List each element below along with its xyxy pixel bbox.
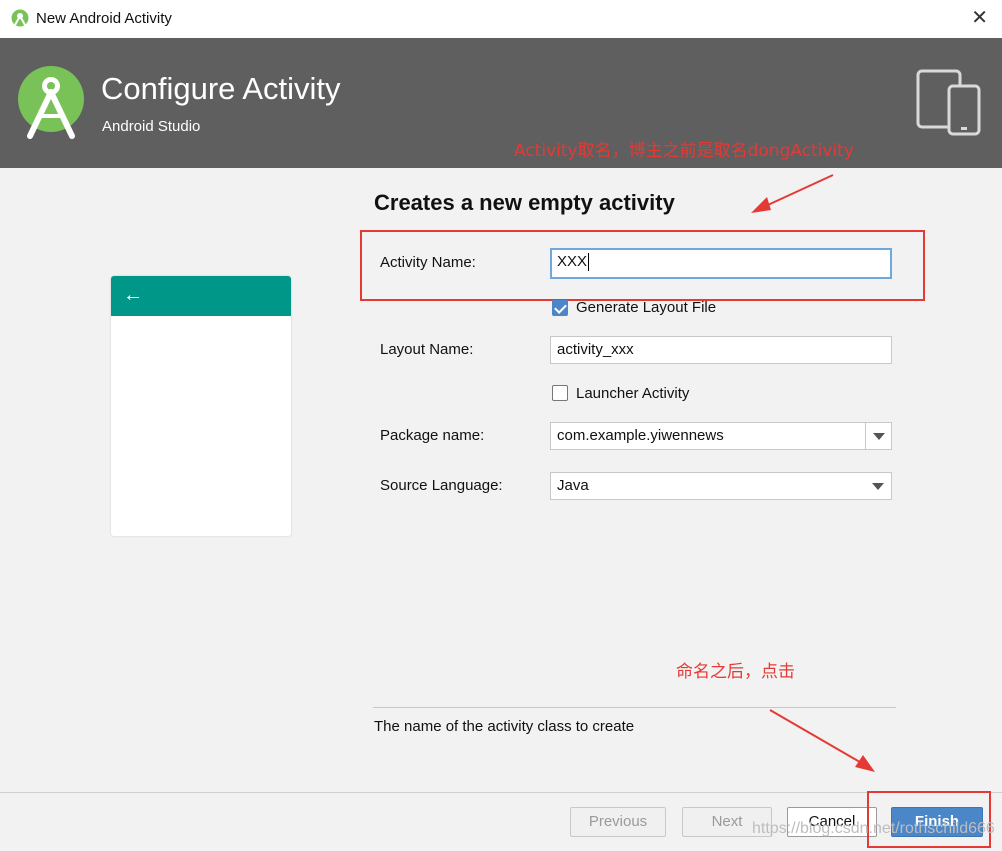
launcher-activity-label: Launcher Activity <box>576 385 690 402</box>
annotation-arrow-1 <box>751 174 834 213</box>
generate-layout-label: Generate Layout File <box>576 299 717 316</box>
android-studio-logo-icon <box>18 66 84 139</box>
source-language-value: Java <box>557 477 589 494</box>
chevron-down-icon <box>873 433 885 440</box>
window-title: New Android Activity <box>36 10 172 27</box>
launcher-activity-checkbox[interactable] <box>552 385 568 401</box>
field-description: The name of the activity class to create <box>374 718 635 735</box>
device-form-factor-icon <box>916 69 981 136</box>
annotation-top-note: Activity取名，博主之前是取名dongActivity <box>514 141 854 161</box>
annotation-highlight-activity-name <box>360 230 925 301</box>
window-titlebar: New Android Activity ✕ <box>0 0 1002 38</box>
android-studio-icon <box>11 9 29 27</box>
footer-divider <box>0 792 1002 793</box>
close-icon[interactable]: ✕ <box>971 6 988 30</box>
page-title: Configure Activity <box>101 71 341 106</box>
source-language-label: Source Language: <box>380 477 503 494</box>
back-arrow-icon: ← <box>123 284 143 306</box>
package-name-label: Package name: <box>380 427 485 444</box>
watermark: https://blog.csdn.net/rothschild666 <box>752 820 995 837</box>
package-dropdown-button[interactable] <box>865 423 891 449</box>
source-language-select[interactable]: Java <box>550 472 892 500</box>
previous-button[interactable]: Previous <box>570 807 666 837</box>
preview-app-bar: ← <box>111 276 291 316</box>
layout-name-value: activity_xxx <box>557 341 634 358</box>
annotation-bottom-note: 命名之后，点击 <box>676 662 795 682</box>
chevron-down-icon <box>872 483 884 490</box>
annotation-arrow-2 <box>769 709 875 772</box>
page-subtitle: Android Studio <box>102 118 201 135</box>
activity-preview: ← <box>111 276 291 536</box>
layout-name-label: Layout Name: <box>380 341 474 358</box>
section-title: Creates a new empty activity <box>374 190 675 215</box>
package-name-combobox[interactable]: com.example.yiwennews <box>550 422 892 450</box>
package-name-value: com.example.yiwennews <box>557 427 724 444</box>
generate-layout-checkbox[interactable] <box>552 300 568 316</box>
layout-name-input[interactable]: activity_xxx <box>550 336 892 364</box>
